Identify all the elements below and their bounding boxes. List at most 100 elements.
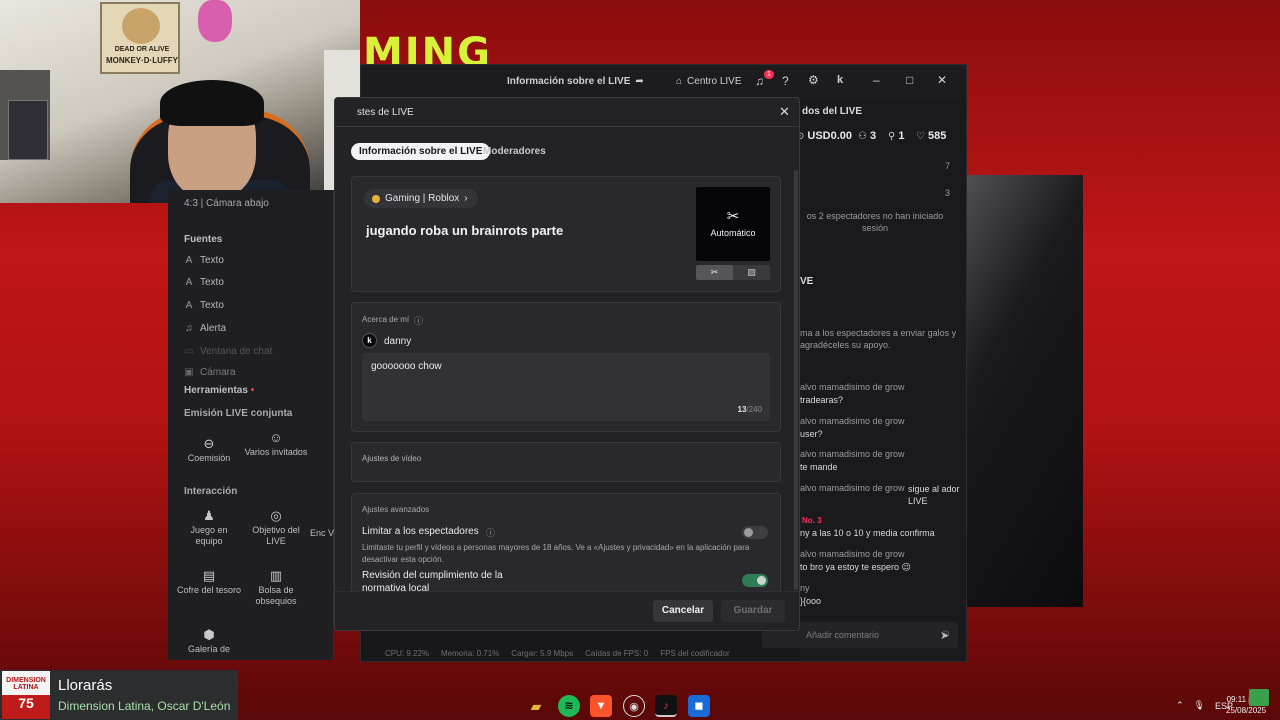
live-title-input[interactable]: jugando roba un brainrots parte <box>366 223 563 238</box>
source-label: Texto <box>200 300 224 311</box>
tiktok-icon[interactable]: ♪ <box>655 695 677 717</box>
heart-icon: ♡ <box>916 130 925 142</box>
guests-stat: ⚲ 1 <box>888 130 905 142</box>
limit-viewers-toggle[interactable] <box>742 526 768 539</box>
save-button[interactable]: Guardar <box>721 600 785 622</box>
tool-label: Varios invitados <box>244 447 308 457</box>
pink-skull-decor <box>198 0 232 42</box>
stat-row1-value: 7 <box>945 161 951 171</box>
tool-team-game[interactable]: ♟ Juego en equipo <box>176 509 242 547</box>
chat-user[interactable]: alvo mamadisimo de grow <box>800 416 905 426</box>
source-item[interactable]: ♫ Alerta <box>184 323 226 334</box>
maximize-icon[interactable]: □ <box>906 73 913 87</box>
notification-badge: 1 <box>764 70 774 79</box>
tool-cohost[interactable]: ⊖ Coemisión <box>176 437 242 464</box>
joint-heading: Emisión LIVE conjunta <box>184 408 293 419</box>
song-title: Llorarás <box>58 677 113 694</box>
camera-icon: ▣ <box>184 367 194 378</box>
live-settings-dialog: stes de LIVE ✕ Información sobre el LIVE… <box>334 97 800 631</box>
now-playing-widget[interactable]: DIMENSION LATINA 75 Llorarás Dimension L… <box>0 670 238 720</box>
live-center-button[interactable]: ⌂ Centro LIVE <box>676 76 742 87</box>
chest-icon: ▤ <box>202 568 216 583</box>
close-icon[interactable]: ✕ <box>779 104 790 120</box>
microphone-icon[interactable]: 🎙 <box>1194 700 1205 711</box>
source-item[interactable]: A Texto <box>184 255 224 266</box>
chat-message: ny a las 10 o 10 y media confirma <box>800 528 935 538</box>
chat-user[interactable]: alvo mamadisimo de grow <box>800 449 905 459</box>
tab-live-info[interactable]: Información sobre el LIVE <box>351 143 491 160</box>
tool-gift-bag[interactable]: ▥ Bolsa de obsequios <box>243 569 309 607</box>
help-icon[interactable]: ? <box>782 74 789 88</box>
profile-avatar[interactable]: k <box>837 74 843 86</box>
chat-user[interactable]: alvo mamadisimo de grow <box>800 549 905 559</box>
live-info-tab[interactable]: Información sobre el LIVE ➦ <box>507 76 644 87</box>
source-label: Ventana de chat <box>200 346 273 357</box>
not-logged-notice: os 2 espectadores no han iniciado sesión <box>806 211 944 233</box>
dialog-title: stes de LIVE <box>357 107 414 118</box>
settings-icon[interactable]: ⚙ <box>808 73 819 87</box>
obs-icon[interactable]: ◉ <box>623 695 645 717</box>
advanced-settings-card: Ajustes avanzados Limitar a los espectad… <box>351 493 781 603</box>
tool-treasure-chest[interactable]: ▤ Cofre del tesoro <box>176 568 242 596</box>
auto-cover-scissors-icon[interactable]: ✂ <box>696 265 733 280</box>
video-settings-card[interactable]: Ajustes de vídeo <box>351 442 781 482</box>
live-center-label: Centro LIVE <box>687 76 742 87</box>
cover-image[interactable]: ✂ Automático <box>696 187 770 261</box>
roblox-icon[interactable]: ◼ <box>688 695 710 717</box>
source-item[interactable]: ▣ Cámara <box>184 367 235 378</box>
help-icon[interactable]: ⓘ <box>414 314 423 327</box>
tool-live-goal[interactable]: ◎ Objetivo del LIVE <box>243 508 309 547</box>
close-window-icon[interactable]: ✕ <box>937 73 947 87</box>
dialog-scrollbar[interactable] <box>794 170 798 590</box>
username: danny <box>384 336 412 347</box>
wanted-poster: DEAD OR ALIVE MONKEY·D·LUFFY <box>100 2 180 74</box>
brave-icon[interactable]: ▼ <box>590 695 612 717</box>
spotify-icon[interactable]: ≋ <box>558 695 580 717</box>
about-me-card: Acerca de mí ⓘ k danny gooooooo chow 13/… <box>351 302 781 432</box>
source-item[interactable]: ▭ Ventana de chat <box>184 346 272 357</box>
interaction-heading: Interacción <box>184 486 238 497</box>
bell-icon[interactable]: ♫ <box>755 74 764 88</box>
category-icon <box>372 194 380 203</box>
compliance-review-toggle[interactable] <box>742 574 768 587</box>
source-item[interactable]: A Texto <box>184 300 224 311</box>
tab-moderators[interactable]: Moderadores <box>475 143 554 160</box>
upload-stat: Cargar: 5.9 Mbps <box>511 648 574 658</box>
user-add-icon: ⚲ <box>888 130 896 142</box>
cancel-button[interactable]: Cancelar <box>653 600 713 622</box>
chevron-up-icon[interactable]: ⌃ <box>1176 700 1184 711</box>
notification-center-icon[interactable] <box>1249 689 1269 706</box>
background-dark-area <box>967 175 1083 607</box>
camera-row[interactable]: 4:3 | Cámara abajo <box>184 198 269 209</box>
bio-textarea[interactable]: gooooooo chow 13/240 <box>362 353 770 421</box>
chat-message: tradearas? <box>800 395 844 405</box>
image-icon[interactable]: ▨ <box>733 265 770 280</box>
source-item[interactable]: A Texto <box>184 277 224 288</box>
encoder-fps-stat: FPS del codificador <box>660 648 730 658</box>
file-explorer-icon[interactable]: ▰ <box>525 695 547 717</box>
info-icon[interactable]: ⓘ <box>486 526 495 539</box>
tool-multi-guest[interactable]: ☺ Varios invitados <box>243 431 309 458</box>
album-line2: 75 <box>18 695 34 711</box>
home-icon: ⌂ <box>676 76 683 87</box>
status-bar: CPU: 9.22% Memoria: 0.71% Cargar: 5.9 Mb… <box>385 645 745 661</box>
bio-char-count: 13/240 <box>737 405 762 414</box>
bio-text: gooooooo chow <box>371 361 442 372</box>
tool-label: Galería de <box>187 644 231 654</box>
category-chip[interactable]: Gaming | Roblox › <box>364 189 478 208</box>
limit-viewers-title: Limitar a los espectadores <box>362 526 479 537</box>
poster-face <box>122 8 160 44</box>
album-art: DIMENSION LATINA 75 <box>2 671 50 719</box>
chat-user[interactable]: ny <box>800 583 810 593</box>
tool-gallery[interactable]: ⬢ Galería de <box>176 628 242 655</box>
target-icon: ◎ <box>270 508 282 523</box>
tool-label: Cofre del tesoro <box>176 585 242 595</box>
live-info-label: Información sobre el LIVE <box>507 76 631 87</box>
minimize-icon[interactable]: – <box>873 73 880 87</box>
send-icon[interactable]: ➤ <box>940 629 949 642</box>
chat-icon: ▭ <box>184 346 194 357</box>
box <box>8 100 48 160</box>
live-stats-chat-panel: dos del LIVE ⊙ USD0.00 ⚇ 3 ⚲ 1 ♡ 585 7 3 os … <box>762 98 966 661</box>
source-label: Texto <box>200 277 224 288</box>
chat-user[interactable]: alvo mamadisimo de grow <box>800 382 905 392</box>
